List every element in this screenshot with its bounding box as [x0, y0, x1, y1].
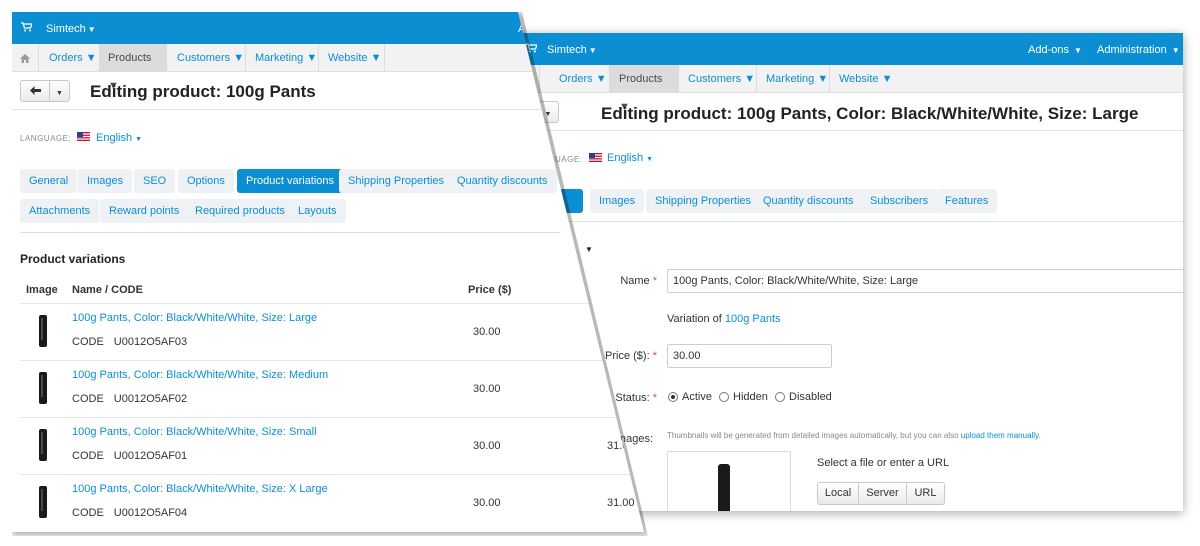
- row-divider: [20, 303, 640, 304]
- variation-code: CODE U0012O5AF01: [72, 450, 188, 462]
- tab-images[interactable]: Images: [78, 169, 133, 193]
- col-image-header: Image: [26, 284, 58, 296]
- language-label: LANGUAGE:: [20, 134, 72, 143]
- variation-price: 30.00: [473, 383, 501, 395]
- divider: [517, 221, 1183, 222]
- nav-marketing[interactable]: Marketing ▼: [757, 65, 837, 93]
- nav-products[interactable]: Products ▼: [609, 65, 679, 113]
- tab-quantity-discounts[interactable]: Quantity discounts: [448, 169, 557, 193]
- nav-website[interactable]: Website ▼: [830, 65, 902, 93]
- nav-marketing[interactable]: Marketing ▼: [246, 44, 326, 72]
- row-divider: [20, 474, 640, 475]
- product-thumbnail[interactable]: [39, 372, 47, 404]
- variation-price: 30.00: [473, 440, 501, 452]
- variation-code: CODE U0012O5AF04: [72, 507, 188, 519]
- tab-options[interactable]: Options: [178, 169, 234, 193]
- us-flag-icon: [589, 153, 602, 162]
- image-preview: [667, 451, 791, 511]
- store-switcher[interactable]: Simtech ▼: [547, 44, 597, 56]
- tab-subscribers[interactable]: Subscribers: [861, 189, 938, 213]
- variation-of: Variation of 100g Pants: [667, 313, 781, 325]
- variation-price: 30.00: [473, 497, 501, 509]
- arrow-left-icon: [29, 86, 41, 95]
- status-active-label: Active: [682, 391, 712, 403]
- tab-shipping-properties[interactable]: Shipping Properties: [339, 169, 454, 193]
- status-active-radio[interactable]: [668, 392, 678, 402]
- divider: [20, 232, 560, 233]
- upload-buttons: Local Server URL: [817, 482, 945, 505]
- nav-customers[interactable]: Customers ▼: [679, 65, 764, 93]
- price-field[interactable]: [667, 344, 832, 368]
- tab-product-variations[interactable]: Product variations: [237, 169, 344, 193]
- product-thumbnail[interactable]: [39, 429, 47, 461]
- back-button[interactable]: [21, 81, 49, 101]
- parent-product-link[interactable]: 100g Pants: [725, 313, 781, 325]
- nav-website[interactable]: Website ▼: [319, 44, 391, 72]
- back-topbar: Simtech ▼ Add-ons ▼ Administration ▼: [517, 33, 1183, 65]
- row-divider: [20, 360, 640, 361]
- variation-link[interactable]: 100g Pants, Color: Black/White/White, Si…: [72, 483, 328, 495]
- nav-customers[interactable]: Customers ▼: [168, 44, 253, 72]
- url-button[interactable]: URL: [906, 483, 944, 503]
- language-selector[interactable]: English ▼: [96, 132, 142, 144]
- caret-down-icon: ▼: [588, 46, 597, 55]
- caret-down-icon: ▼: [56, 90, 63, 97]
- status-disabled-radio[interactable]: [775, 392, 785, 402]
- caret-down-icon: ▼: [1074, 46, 1082, 55]
- images-hint: Thumbnails will be generated from detail…: [667, 431, 1041, 440]
- us-flag-icon: [77, 132, 90, 141]
- language-selector[interactable]: English ▼: [607, 152, 653, 164]
- col-price-header: Price ($): [468, 284, 512, 296]
- tab-shipping-properties[interactable]: Shipping Properties: [646, 189, 761, 213]
- variation-price: 30.00: [473, 326, 501, 338]
- variation-code: CODE U0012O5AF02: [72, 393, 188, 405]
- language-label: UAGE:: [555, 155, 583, 164]
- nav-divider: [384, 44, 385, 72]
- variation-link[interactable]: 100g Pants, Color: Black/White/White, Si…: [72, 369, 328, 381]
- tab-features[interactable]: Features: [936, 189, 998, 213]
- caret-down-icon: ▼: [1171, 46, 1180, 55]
- back-nav-buttons: ▼: [20, 80, 70, 102]
- tab-layouts[interactable]: Layouts: [289, 199, 346, 223]
- row-divider: [20, 417, 640, 418]
- local-button[interactable]: Local: [818, 483, 858, 503]
- tab-general[interactable]: General: [20, 169, 78, 193]
- addons-menu[interactable]: Add-ons ▼: [1028, 44, 1082, 56]
- home-icon[interactable]: [20, 54, 30, 63]
- variation-list-price: 31.00: [607, 497, 635, 509]
- administration-menu[interactable]: Administration ▼: [1097, 44, 1180, 56]
- cart-icon[interactable]: [21, 22, 32, 32]
- nav-products[interactable]: Products ▼: [99, 44, 167, 92]
- tab-quantity-discounts[interactable]: Quantity discounts: [754, 189, 863, 213]
- status-hidden-radio[interactable]: [719, 392, 729, 402]
- store-switcher[interactable]: Simtech ▼: [46, 23, 96, 35]
- product-thumbnail[interactable]: [39, 486, 47, 518]
- nav-orders[interactable]: Orders ▼: [549, 65, 617, 93]
- tab-images[interactable]: Images: [590, 189, 645, 213]
- tab-seo[interactable]: SEO: [134, 169, 176, 193]
- variation-link[interactable]: 100g Pants, Color: Black/White/White, Si…: [72, 312, 317, 324]
- back-main-nav: Orders ▼ Products ▼ Customers ▼ Marketin…: [517, 65, 1183, 113]
- variation-link[interactable]: 100g Pants, Color: Black/White/White, Si…: [72, 426, 317, 438]
- page-title: Editing product: 100g Pants, Color: Blac…: [601, 104, 1139, 123]
- caret-down-icon: ▼: [87, 25, 96, 34]
- product-image: [718, 464, 730, 511]
- tab-attachments[interactable]: Attachments: [20, 199, 100, 223]
- product-thumbnail[interactable]: [39, 315, 47, 347]
- variation-code: CODE U0012O5AF03: [72, 336, 188, 348]
- section-title: Product variations: [20, 252, 126, 266]
- name-field[interactable]: [667, 269, 1183, 293]
- tab-required-products[interactable]: Required products: [186, 199, 294, 223]
- dropdown-button[interactable]: ▼: [49, 81, 69, 101]
- upload-label: Select a file or enter a URL: [817, 457, 950, 469]
- back-titlebar: ▼ Editing product: 100g Pants, Color: Bl…: [517, 93, 1183, 131]
- status-hidden-label: Hidden: [733, 391, 768, 403]
- status-disabled-label: Disabled: [789, 391, 832, 403]
- nav-orders[interactable]: Orders ▼: [39, 44, 107, 72]
- tab-reward-points[interactable]: Reward points: [100, 199, 189, 223]
- upload-manually-link[interactable]: upload them manually: [961, 431, 1039, 440]
- server-button[interactable]: Server: [858, 483, 906, 503]
- page-title: Editing product: 100g Pants: [90, 82, 316, 101]
- col-name-header: Name / CODE: [72, 284, 143, 296]
